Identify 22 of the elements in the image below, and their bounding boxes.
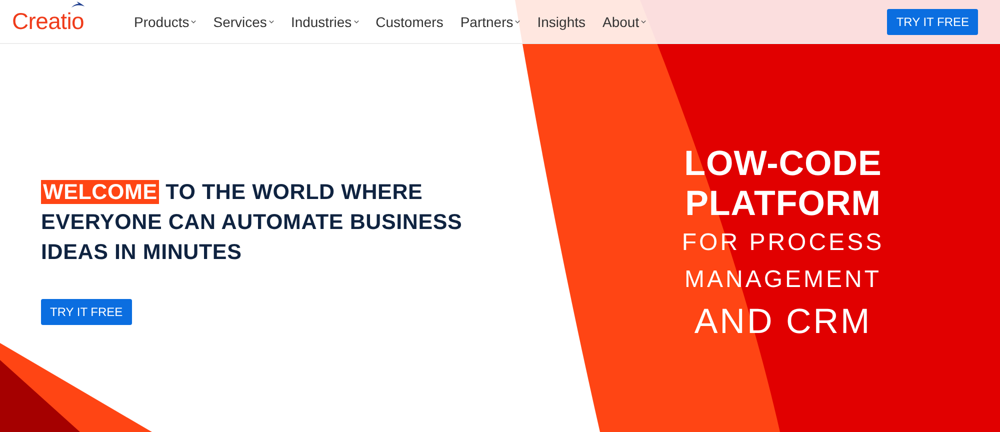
promo-heading-line: MANAGEMENT — [684, 265, 882, 295]
nav-link[interactable]: Products — [134, 14, 196, 30]
nav-link[interactable]: Industries — [290, 14, 359, 30]
logo[interactable]: Creatio — [12, 8, 84, 34]
nav-link[interactable]: Services — [213, 14, 274, 30]
caret-icon — [268, 20, 274, 24]
caret-icon — [641, 20, 646, 24]
nav-link[interactable]: Customers — [376, 14, 444, 30]
swoosh-icon — [70, 1, 86, 9]
promo-heading-line: PLATFORM — [685, 184, 881, 224]
caret-icon — [354, 20, 359, 24]
promo-heading-line: FOR PROCESS — [682, 228, 884, 258]
try-free-button[interactable]: TRY IT FREE — [887, 8, 978, 34]
promo-heading-line: AND CRM — [694, 301, 872, 343]
nav-link[interactable]: About — [602, 14, 646, 30]
nav-link[interactable]: Insights — [537, 14, 586, 30]
caret-icon — [515, 20, 520, 24]
nav-link[interactable]: Partners — [460, 14, 520, 30]
promo-heading-line: LOW-CODE — [684, 144, 882, 184]
try-free-button[interactable]: TRY IT FREE — [41, 299, 132, 325]
headline: WELCOME TO THE WORLD WHERE EVERYONE CAN AUTOMATE BUSINESS IDEAS IN MINUTES — [41, 179, 464, 266]
caret-icon — [191, 20, 196, 24]
